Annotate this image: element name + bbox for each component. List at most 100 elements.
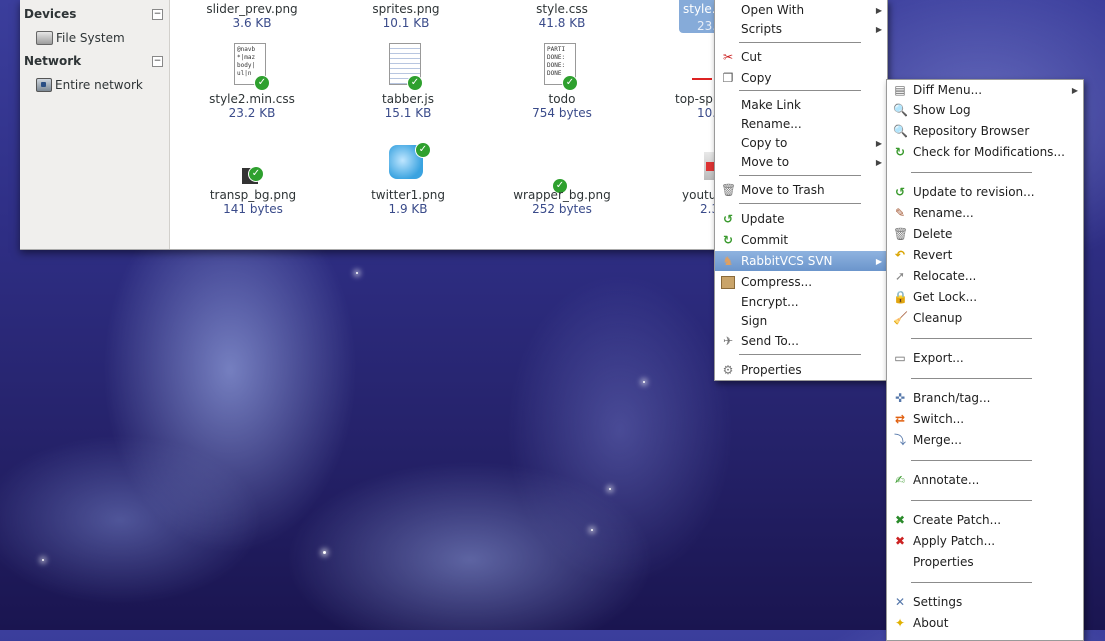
- submenu-arrow-icon: ▶: [875, 138, 882, 148]
- sidebar-item-file-system[interactable]: File System: [36, 29, 125, 47]
- file-size: 252 bytes: [532, 202, 592, 216]
- file-name: sprites.png: [372, 2, 440, 16]
- file-item[interactable]: wrapper_bg.png 252 bytes: [502, 188, 622, 216]
- menu-separator: [911, 500, 1032, 501]
- menu-item-properties[interactable]: Properties: [887, 552, 1083, 572]
- menu-item-scripts[interactable]: Scripts ▶: [715, 19, 887, 39]
- file-name: transp_bg.png: [209, 188, 297, 202]
- file-name: style.css: [536, 2, 588, 16]
- file-item[interactable]: tabber.js 15.1 KB: [348, 92, 468, 120]
- menu-item-delete[interactable]: 🗑 Delete: [887, 224, 1083, 244]
- menu-item-rename[interactable]: ✎ Rename...: [887, 203, 1083, 223]
- send-icon: ✈: [722, 334, 734, 348]
- menu-item-settings[interactable]: ✕ Settings: [887, 592, 1083, 612]
- file-size: 23.2 KB: [228, 106, 276, 120]
- menu-separator: [739, 203, 861, 204]
- menu-item-about[interactable]: ✦ About: [887, 613, 1083, 633]
- submenu-arrow-icon: ▶: [875, 5, 882, 15]
- menu-item-switch[interactable]: ⇄ Switch...: [887, 409, 1083, 429]
- menu-item-copy-to[interactable]: Copy to ▶: [715, 133, 887, 153]
- relocate-icon: ➚: [894, 269, 906, 283]
- merge-icon: ⤵: [893, 433, 906, 447]
- menu-item-make-link[interactable]: Make Link: [715, 95, 887, 115]
- menu-item-cleanup[interactable]: 🧹 Cleanup: [887, 308, 1083, 328]
- menu-separator: [911, 172, 1032, 173]
- file-size: 141 bytes: [223, 202, 283, 216]
- menu-separator: [911, 582, 1032, 583]
- svn-normal-badge-icon: ✓: [248, 166, 264, 182]
- submenu-arrow-icon: ▶: [875, 157, 882, 167]
- copy-icon: ❐: [722, 71, 734, 85]
- menu-item-properties[interactable]: ⚙ Properties: [715, 360, 887, 380]
- update-icon: ↺: [894, 185, 906, 199]
- settings-icon: ✕: [894, 595, 906, 609]
- file-manager-window: Devices − File System Network − Entire n…: [20, 0, 720, 250]
- sidebar-item-label: Entire network: [55, 78, 143, 92]
- menu-item-update[interactable]: ↺ Update: [715, 209, 887, 229]
- menu-item-show-log[interactable]: 🔍 Show Log: [887, 100, 1083, 120]
- svn-normal-badge-icon: ✓: [415, 142, 431, 158]
- devices-heading: Devices: [24, 7, 77, 21]
- menu-item-rename[interactable]: Rename...: [715, 114, 887, 134]
- lock-icon: 🔒: [893, 290, 908, 304]
- log-icon: 🔍: [893, 103, 908, 117]
- devices-collapse-toggle[interactable]: −: [152, 9, 163, 20]
- file-item[interactable]: transp_bg.png 141 bytes: [193, 188, 313, 216]
- file-item[interactable]: style2.min.css 23.2 KB: [192, 92, 312, 120]
- menu-item-check-for-modifications[interactable]: ↻ Check for Modifications...: [887, 142, 1083, 162]
- file-item[interactable]: twitter1.png 1.9 KB: [348, 188, 468, 216]
- commit-icon: ↻: [722, 233, 734, 247]
- menu-separator: [911, 338, 1032, 339]
- menu-item-send-to[interactable]: ✈ Send To...: [715, 331, 887, 351]
- menu-item-apply-patch[interactable]: ✖ Apply Patch...: [887, 531, 1083, 551]
- file-item[interactable]: slider_prev.png 3.6 KB: [192, 2, 312, 30]
- file-name: wrapper_bg.png: [513, 188, 611, 202]
- menu-item-branch-tag[interactable]: ✜ Branch/tag...: [887, 388, 1083, 408]
- apply-patch-icon: ✖: [894, 534, 906, 548]
- menu-item-copy[interactable]: ❐ Copy: [715, 68, 887, 88]
- menu-item-create-patch[interactable]: ✖ Create Patch...: [887, 510, 1083, 530]
- sidebar-item-entire-network[interactable]: Entire network: [36, 76, 143, 94]
- menu-item-repository-browser[interactable]: 🔍 Repository Browser: [887, 121, 1083, 141]
- create-patch-icon: ✖: [894, 513, 906, 527]
- scissors-icon: ✂: [722, 50, 734, 64]
- menu-item-export[interactable]: ▭ Export...: [887, 348, 1083, 368]
- menu-item-encrypt[interactable]: Encrypt...: [715, 292, 887, 312]
- menu-item-relocate[interactable]: ➚ Relocate...: [887, 266, 1083, 286]
- rabbitvcs-svn-submenu: ▤ Diff Menu... ▶ 🔍 Show Log 🔍 Repository Bro…: [886, 79, 1084, 641]
- sidebar-item-label: File System: [56, 31, 125, 45]
- drive-icon: [36, 31, 53, 45]
- file-item[interactable]: sprites.png 10.1 KB: [346, 2, 466, 30]
- menu-item-merge[interactable]: ⤵ Merge...: [887, 430, 1083, 450]
- menu-item-sign[interactable]: Sign: [715, 311, 887, 331]
- menu-item-cut[interactable]: ✂ Cut: [715, 47, 887, 67]
- star-decoration: [643, 381, 645, 383]
- menu-item-move-to-trash[interactable]: 🗑 Move to Trash: [715, 180, 887, 200]
- menu-item-commit[interactable]: ↻ Commit: [715, 230, 887, 250]
- menu-item-revert[interactable]: ↶ Revert: [887, 245, 1083, 265]
- twitter-bird-icon: ✓: [389, 142, 431, 179]
- file-item[interactable]: todo 754 bytes: [502, 92, 622, 120]
- file-item[interactable]: style.css 41.8 KB: [502, 2, 622, 30]
- menu-separator: [739, 90, 861, 91]
- svn-normal-badge-icon: ✓: [254, 75, 270, 91]
- svn-normal-badge-icon: ✓: [562, 75, 578, 91]
- network-icon: [36, 78, 52, 92]
- file-name: todo: [548, 92, 576, 106]
- search-icon: 🔍: [893, 124, 908, 138]
- file-context-menu: Open With ▶ Scripts ▶ ✂ Cut ❐ Copy Make Link…: [714, 0, 888, 381]
- menu-item-get-lock[interactable]: 🔒 Get Lock...: [887, 287, 1083, 307]
- menu-item-update-to-revision[interactable]: ↺ Update to revision...: [887, 182, 1083, 202]
- network-collapse-toggle[interactable]: −: [152, 56, 163, 67]
- file-name: slider_prev.png: [206, 2, 298, 16]
- menu-item-diff-menu[interactable]: ▤ Diff Menu... ▶: [887, 80, 1083, 100]
- image-file-icon: ✓: [242, 166, 264, 184]
- menu-separator: [911, 378, 1032, 379]
- menu-item-move-to[interactable]: Move to ▶: [715, 152, 887, 172]
- menu-item-annotate[interactable]: ✍ Annotate...: [887, 470, 1083, 490]
- rabbit-icon: ♞: [722, 254, 734, 268]
- menu-item-rabbitvcs-svn[interactable]: ♞ RabbitVCS SVN ▶: [715, 251, 887, 271]
- properties-icon: [893, 555, 907, 569]
- menu-item-compress[interactable]: Compress...: [715, 272, 887, 292]
- menu-item-open-with[interactable]: Open With ▶: [715, 0, 887, 20]
